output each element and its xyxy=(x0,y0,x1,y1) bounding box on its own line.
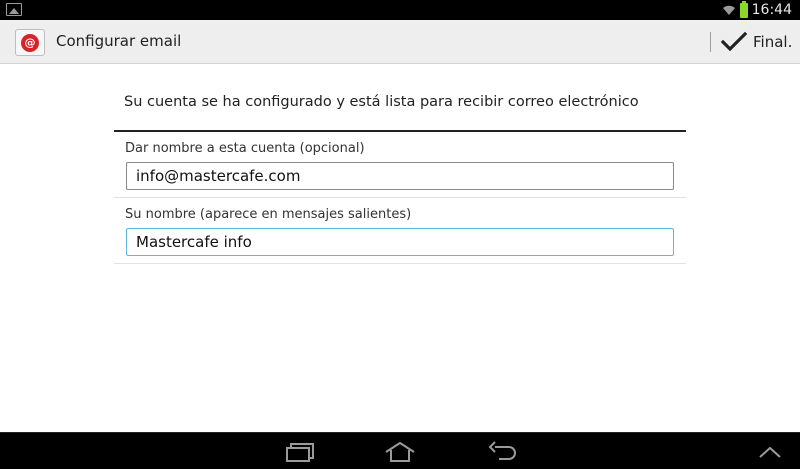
divider xyxy=(114,197,686,198)
image-icon xyxy=(6,3,22,16)
navigation-bar xyxy=(0,432,800,469)
chevron-up-icon xyxy=(759,446,781,458)
home-icon xyxy=(385,441,415,462)
action-bar: @ Configurar email Final. xyxy=(0,20,800,64)
your-name-label: Su nombre (aparece en mensajes salientes… xyxy=(125,207,412,222)
account-name-input[interactable] xyxy=(126,162,674,190)
back-icon xyxy=(488,441,516,460)
divider xyxy=(114,263,686,264)
back-button[interactable] xyxy=(482,439,522,465)
status-bar: 16:44 xyxy=(0,0,800,20)
action-divider xyxy=(710,32,711,52)
page-title: Configurar email xyxy=(56,32,182,50)
expand-button[interactable] xyxy=(750,439,790,465)
done-button[interactable]: Final. xyxy=(716,24,796,60)
account-name-label: Dar nombre a esta cuenta (opcional) xyxy=(125,141,365,156)
recent-apps-button[interactable] xyxy=(280,439,320,465)
check-icon xyxy=(721,31,747,52)
battery-icon xyxy=(739,0,748,18)
status-indicators: 16:44 xyxy=(722,0,792,19)
your-name-input[interactable] xyxy=(126,228,674,256)
wifi-icon xyxy=(722,5,735,15)
status-clock: 16:44 xyxy=(751,2,792,18)
setup-content: Su cuenta se ha configurado y está lista… xyxy=(0,64,800,432)
email-at-icon[interactable]: @ xyxy=(15,29,45,56)
setup-complete-message: Su cuenta se ha configurado y está lista… xyxy=(124,94,639,110)
home-button[interactable] xyxy=(380,439,420,465)
recent-apps-icon xyxy=(286,443,314,462)
divider xyxy=(114,130,686,132)
done-label: Final. xyxy=(753,33,793,51)
